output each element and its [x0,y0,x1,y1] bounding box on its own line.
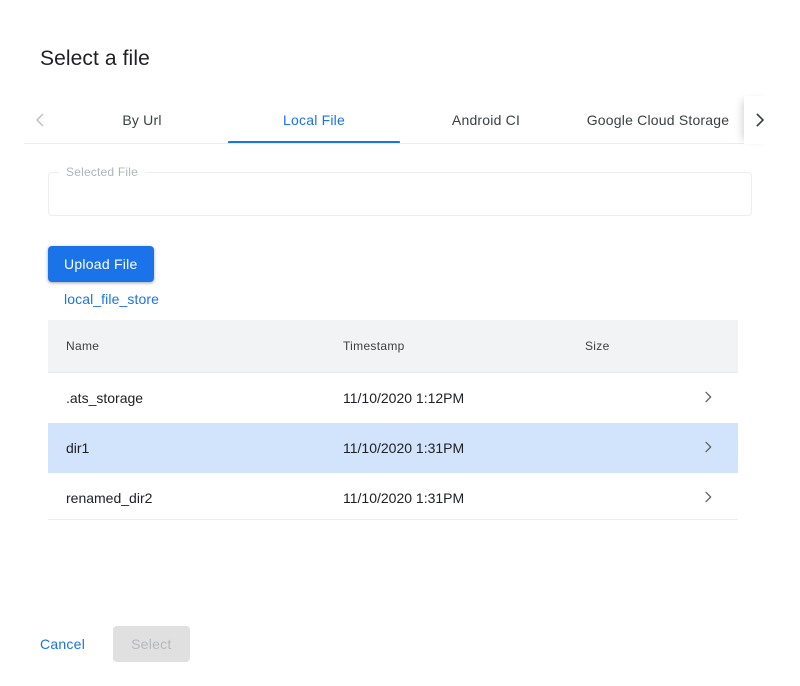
dialog-actions: Cancel Select [24,626,190,662]
table-row[interactable]: dir1 11/10/2020 1:31PM [48,423,738,473]
tab-google-cloud-storage[interactable]: Google Cloud Storage [572,96,744,144]
tab-scroll-left-button[interactable] [24,96,56,144]
tab-list: By Url Local File Android CI Google Clou… [56,96,744,144]
selected-file-input[interactable] [62,182,738,206]
breadcrumb-item-local-file-store[interactable]: local_file_store [64,291,159,307]
tab-scroll-right-button[interactable] [744,96,776,144]
tab-label: Local File [283,112,345,128]
page-title: Select a file [40,44,150,74]
column-header-name: Name [48,339,343,353]
row-open-button[interactable] [678,489,738,508]
cell-name: renamed_dir2 [48,490,343,506]
chevron-right-icon [700,389,716,408]
tab-local-file[interactable]: Local File [228,96,400,144]
selected-file-label: Selected File [64,164,140,180]
cancel-button[interactable]: Cancel [24,626,101,662]
upload-file-button[interactable]: Upload File [48,246,154,282]
table-row[interactable]: renamed_dir2 11/10/2020 1:31PM [48,473,738,523]
file-table: Name Timestamp Size .ats_storage 11/10/2… [48,320,738,523]
column-header-size: Size [585,339,678,353]
table-header-row: Name Timestamp Size [48,320,738,373]
tab-label: Android CI [452,112,520,128]
column-header-timestamp: Timestamp [343,339,585,353]
cell-timestamp: 11/10/2020 1:12PM [343,390,585,406]
cell-name: .ats_storage [48,390,343,406]
chevron-left-icon [31,111,49,129]
row-open-button[interactable] [678,439,738,458]
selected-file-field[interactable]: Selected File [48,172,752,216]
tab-label: By Url [122,112,161,128]
table-row[interactable]: .ats_storage 11/10/2020 1:12PM [48,373,738,423]
select-button: Select [113,626,189,662]
select-file-dialog: Select a file By Url Local File Android … [0,0,800,686]
row-open-button[interactable] [678,389,738,408]
chevron-right-icon [700,489,716,508]
tab-bar: By Url Local File Android CI Google Clou… [24,96,776,144]
cell-timestamp: 11/10/2020 1:31PM [343,440,585,456]
breadcrumb[interactable]: local_file_store [64,291,159,307]
chevron-right-icon [700,439,716,458]
cell-name: dir1 [48,440,343,456]
tab-android-ci[interactable]: Android CI [400,96,572,144]
chevron-right-icon [751,111,769,129]
tab-bar-divider [24,143,776,144]
table-bottom-divider [48,519,738,520]
cell-timestamp: 11/10/2020 1:31PM [343,490,585,506]
tab-label: Google Cloud Storage [587,112,730,128]
tab-by-url[interactable]: By Url [56,96,228,144]
